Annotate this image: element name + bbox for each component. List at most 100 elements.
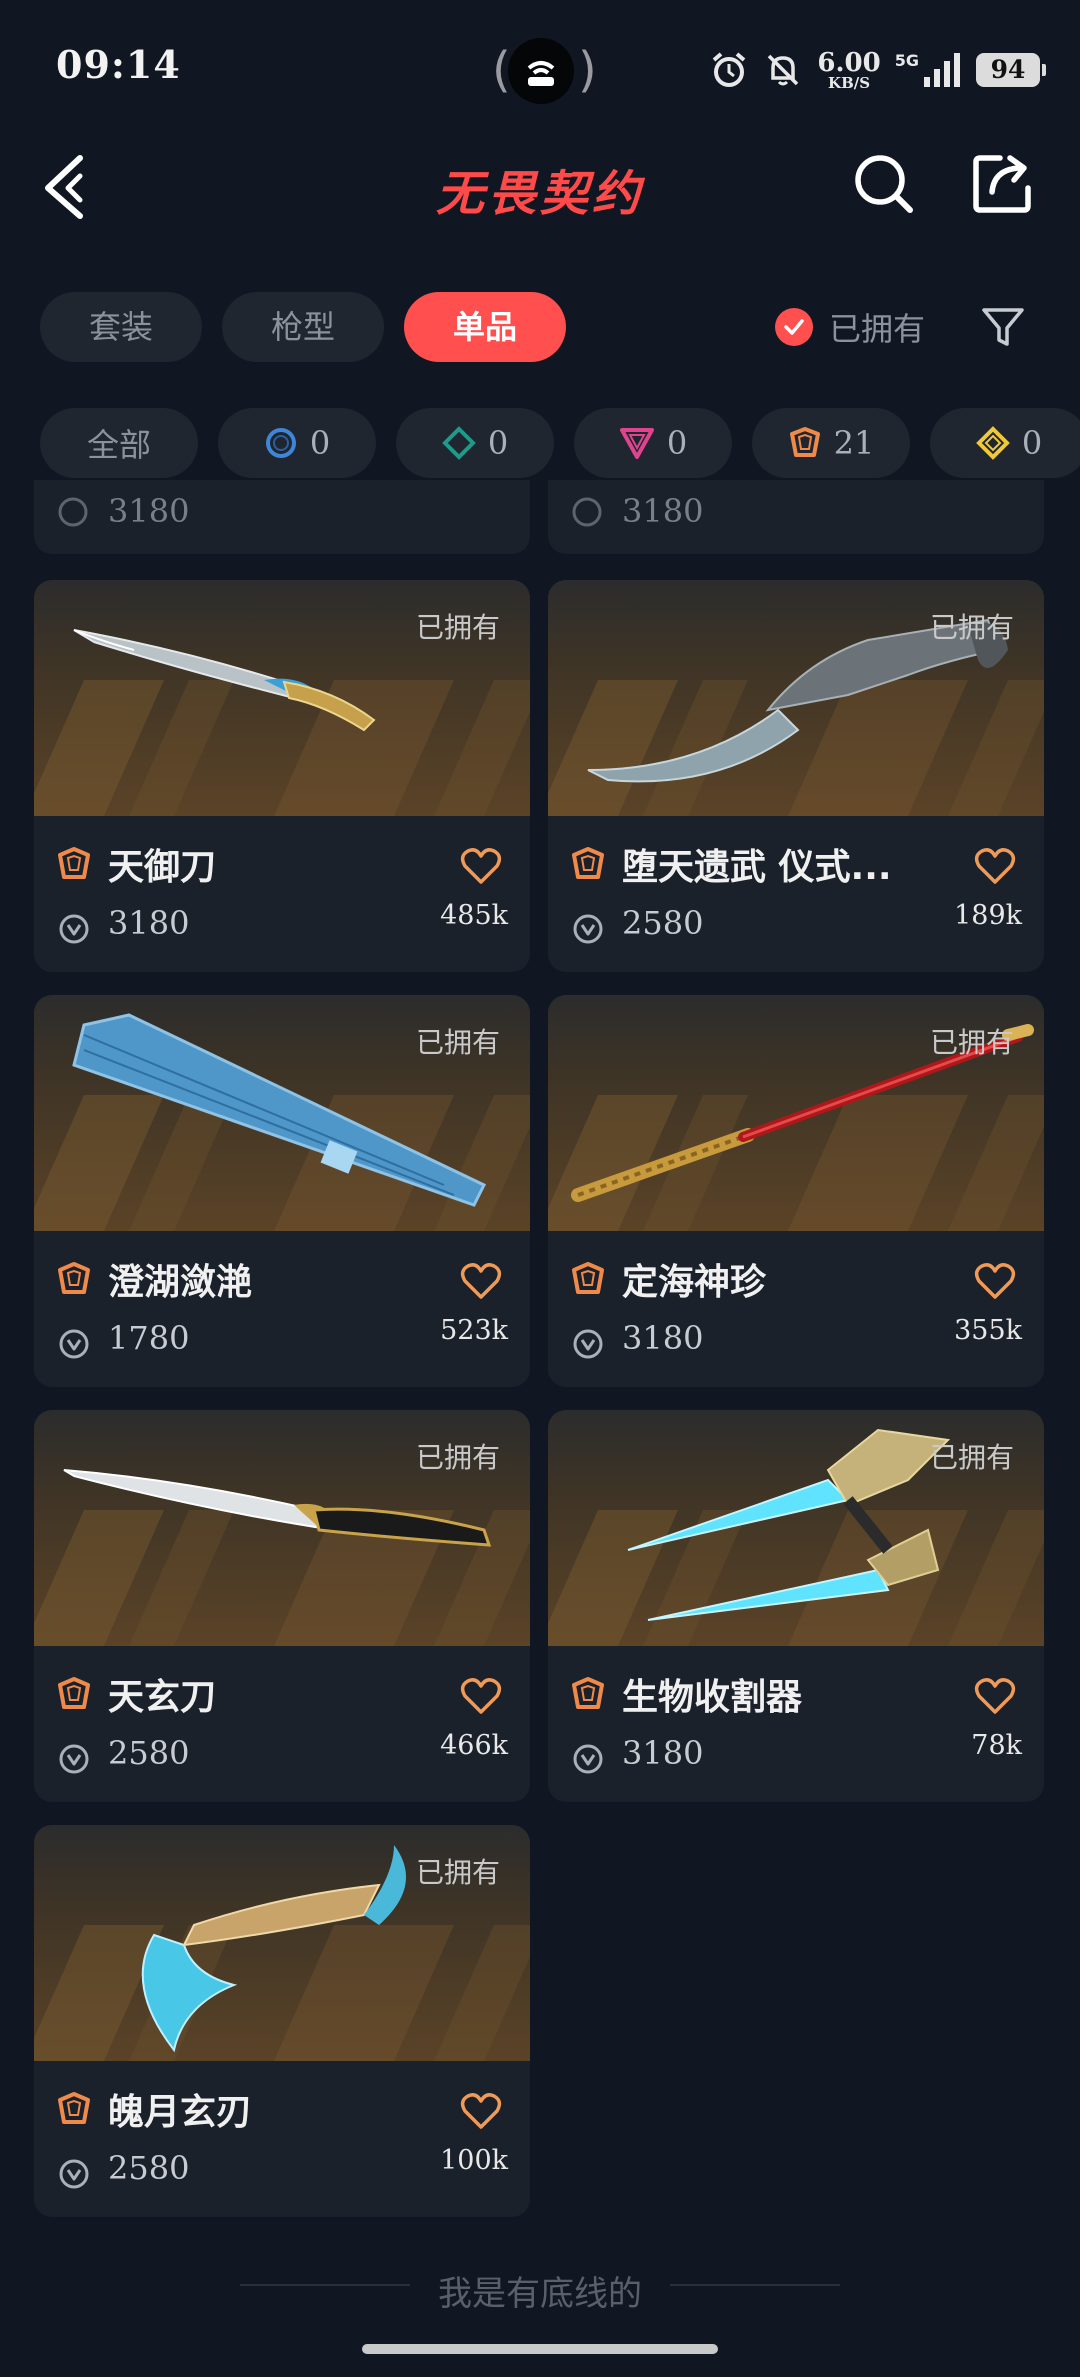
item-price: 3180 (622, 1734, 704, 1772)
rarity-chip-teal[interactable]: 0 (396, 408, 554, 478)
item-card[interactable]: 已拥有 魄月玄刃 2580 100k (34, 1825, 530, 2217)
search-icon[interactable] (850, 150, 916, 216)
rarity-chip-pink[interactable]: 0 (574, 408, 732, 478)
item-image: 已拥有 (34, 1825, 530, 2061)
heart-icon[interactable] (460, 2091, 502, 2131)
yellow-diamond-tier-icon (975, 426, 1010, 460)
blue-circle-tier-icon (265, 428, 296, 458)
orange-pentagon-tier-icon (58, 2092, 90, 2124)
owned-badge: 已拥有 (415, 611, 500, 644)
item-image: 已拥有 (34, 580, 530, 816)
orange-pentagon-tier-icon (58, 1677, 90, 1709)
owned-badge: 已拥有 (415, 1026, 500, 1059)
item-image: 已拥有 (548, 995, 1044, 1231)
rarity-chip-yellow[interactable]: 0 (930, 408, 1080, 478)
vp-currency-icon (573, 914, 603, 944)
vp-currency-icon (58, 497, 88, 527)
signal-bars-icon (924, 53, 960, 87)
item-info: 生物收割器 3180 78k (548, 1646, 1044, 1802)
rarity-chip-orange[interactable]: 21 (752, 408, 910, 478)
like-count: 466k (440, 1730, 508, 1761)
item-card[interactable]: 已拥有 天玄刀 2580 466k (34, 1410, 530, 1802)
item-price: 3180 (622, 1319, 704, 1357)
item-name: 定海神珍 (622, 1262, 767, 1303)
item-card[interactable]: 已拥有 堕天遗武 仪式... 2580 189k (548, 580, 1044, 972)
item-price: 3180 (108, 904, 190, 942)
item-card[interactable]: 已拥有 生物收割器 3180 78k (548, 1410, 1044, 1802)
owned-filter-toggle[interactable]: 已拥有 (775, 292, 925, 362)
heart-icon[interactable] (974, 1261, 1016, 1301)
heart-icon[interactable] (974, 846, 1016, 886)
speed-unit: KB/S (828, 73, 871, 92)
orange-pentagon-tier-icon (789, 427, 820, 457)
vp-currency-icon (59, 1744, 89, 1774)
vp-currency-icon (572, 497, 602, 527)
item-name: 澄湖潋滟 (108, 1262, 253, 1303)
teal-diamond-tier-icon (441, 426, 476, 460)
owned-badge: 已拥有 (929, 611, 1014, 644)
item-info: 天玄刀 2580 466k (34, 1646, 530, 1802)
orange-pentagon-tier-icon (58, 847, 90, 879)
vp-currency-icon (59, 2159, 89, 2189)
vp-currency-icon (59, 914, 89, 944)
vp-currency-icon (573, 1744, 603, 1774)
hotspot-indicator: ( ) (492, 34, 597, 104)
speed-value: 6.00 (817, 47, 881, 78)
category-tabs: 套装 枪型 单品 已拥有 (40, 292, 1040, 362)
share-icon[interactable] (970, 150, 1036, 216)
like-count: 523k (440, 1315, 508, 1346)
item-name: 天御刀 (108, 847, 217, 888)
partial-card[interactable]: 3180 (34, 480, 530, 554)
heart-icon[interactable] (460, 1261, 502, 1301)
item-info: 定海神珍 3180 355k (548, 1231, 1044, 1387)
heart-icon[interactable] (460, 846, 502, 886)
item-info: 天御刀 3180 485k (34, 816, 530, 972)
owned-badge: 已拥有 (929, 1026, 1014, 1059)
hotspot-right-bracket: ) (578, 42, 597, 98)
signal-indicator: 5G (895, 51, 962, 89)
heart-icon[interactable] (974, 1676, 1016, 1716)
item-card[interactable]: 已拥有 天御刀 3180 485k (34, 580, 530, 972)
item-price: 3180 (108, 492, 190, 530)
item-name: 生物收割器 (622, 1677, 803, 1718)
item-name: 魄月玄刃 (108, 2092, 253, 2133)
like-count: 100k (440, 2145, 508, 2176)
partial-card[interactable]: 3180 (548, 480, 1044, 554)
item-price: 2580 (622, 904, 704, 942)
item-image: 已拥有 (34, 995, 530, 1231)
item-price: 2580 (108, 1734, 190, 1772)
item-image: 已拥有 (548, 580, 1044, 816)
tab-bundles[interactable]: 套装 (40, 292, 202, 362)
tab-weapon-type[interactable]: 枪型 (222, 292, 384, 362)
rarity-chip-all[interactable]: 全部 (40, 408, 198, 478)
hotspot-icon (508, 38, 574, 104)
item-grid: 3180 3180 已拥有 天御刀 3180 485k 已拥有 堕天遗武 仪式.… (0, 480, 1080, 2260)
list-end-text: 我是有底线的 (438, 2274, 642, 2314)
network-type: 5G (894, 51, 919, 70)
owned-badge: 已拥有 (929, 1441, 1014, 1474)
item-card[interactable]: 已拥有 定海神珍 3180 355k (548, 995, 1044, 1387)
rarity-count: 0 (666, 424, 688, 462)
pink-triangle-tier-icon (619, 428, 654, 459)
heart-icon[interactable] (460, 1676, 502, 1716)
orange-pentagon-tier-icon (58, 1262, 90, 1294)
like-count: 189k (954, 900, 1022, 931)
vp-currency-icon (573, 1329, 603, 1359)
list-end-indicator: 我是有底线的 (0, 2262, 1080, 2314)
item-card[interactable]: 已拥有 澄湖潋滟 1780 523k (34, 995, 530, 1387)
owned-badge: 已拥有 (415, 1441, 500, 1474)
rarity-chip-blue[interactable]: 0 (218, 408, 376, 478)
like-count: 355k (954, 1315, 1022, 1346)
page-title: 无畏契约 (435, 166, 644, 222)
orange-pentagon-tier-icon (572, 847, 604, 879)
owned-filter-label: 已拥有 (829, 310, 926, 348)
home-indicator[interactable] (362, 2344, 718, 2354)
item-price: 2580 (108, 2149, 190, 2187)
item-price: 1780 (108, 1319, 190, 1357)
battery-level: 94 (976, 53, 1046, 87)
checkmark-icon[interactable] (775, 308, 813, 346)
rarity-filter-row: 全部 0 0 0 21 0 (40, 408, 1080, 478)
orange-pentagon-tier-icon (572, 1262, 604, 1294)
filter-funnel-icon[interactable] (980, 304, 1026, 350)
tab-single-items[interactable]: 单品 (404, 292, 566, 362)
